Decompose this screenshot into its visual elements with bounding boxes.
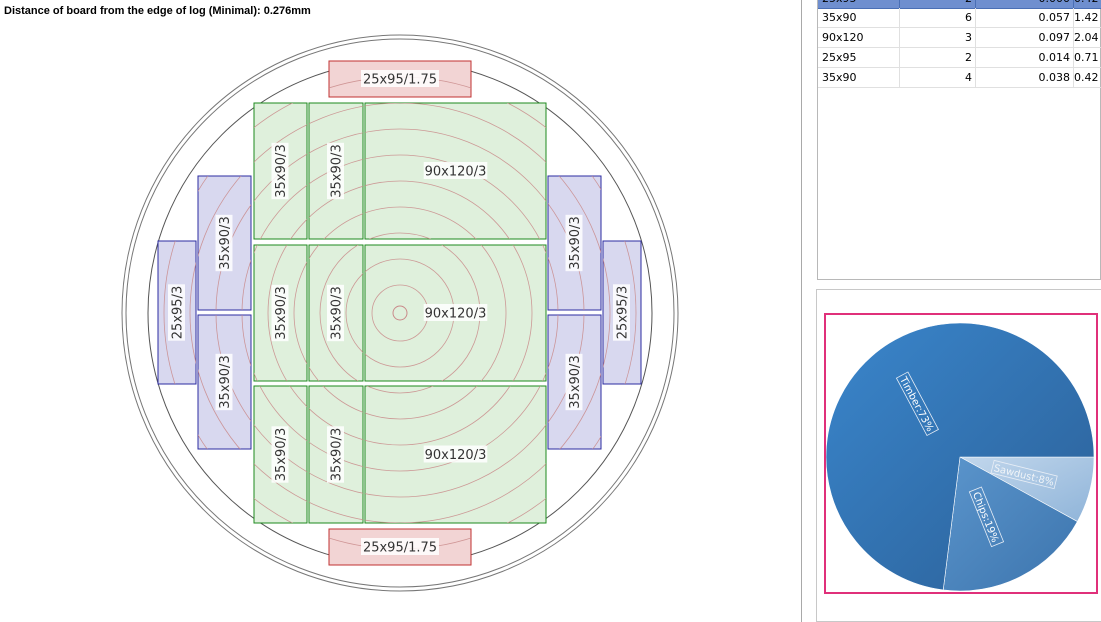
yield-pie-chart: Timber:73%Chips:19%Sawdust:8% (826, 322, 1095, 592)
svg-text:35x90/3: 35x90/3 (330, 286, 345, 339)
board-blue-right-outer-label: 25x95/3 (613, 284, 631, 341)
table-row[interactable]: 35x90 4 0.038 0.42 (818, 68, 1101, 88)
table-cell: 2.04 (1074, 28, 1101, 48)
table-cell: 0.014 (976, 48, 1074, 68)
board-top-red-label: 25x95/1.75 (361, 70, 439, 88)
svg-text:35x90/3: 35x90/3 (330, 428, 345, 481)
svg-text:35x90/3: 35x90/3 (568, 355, 583, 408)
svg-text:35x90/3: 35x90/3 (330, 144, 345, 197)
table-cell: 0.71 (1074, 48, 1101, 68)
board-bottom-red-label: 25x95/1.75 (361, 538, 439, 556)
board-blue-right-inner-label: 35x90/3 (565, 353, 583, 411)
table-cell: 2 (900, 48, 976, 68)
svg-text:25x95/3: 25x95/3 (171, 286, 186, 339)
svg-text:35x90/3: 35x90/3 (274, 286, 289, 339)
svg-text:90x120/3: 90x120/3 (425, 307, 487, 322)
board-blue-left-outer-label: 25x95/3 (168, 284, 186, 341)
svg-text:25x95/1.75: 25x95/1.75 (363, 541, 437, 556)
svg-text:90x120/3: 90x120/3 (425, 165, 487, 180)
board-green-small-label: 35x90/3 (271, 284, 289, 342)
table-cell: 35x90 (818, 68, 900, 88)
svg-text:25x95/3: 25x95/3 (616, 286, 631, 339)
table-cell: 0.057 (976, 8, 1074, 28)
table-row[interactable]: 90x120 3 0.097 2.04 (818, 28, 1101, 48)
svg-text:90x120/3: 90x120/3 (425, 448, 487, 463)
table-row[interactable]: 35x90 6 0.057 1.42 (818, 8, 1101, 28)
svg-text:35x90/3: 35x90/3 (274, 428, 289, 481)
board-green-small-label: 35x90/3 (271, 426, 289, 483)
board-green-large-label: 90x120/3 (423, 445, 488, 463)
table-cell: 0.038 (976, 68, 1074, 88)
table-cell: 1.42 (1074, 8, 1101, 28)
table-cell: 0.097 (976, 28, 1074, 48)
board-green-small-label: 35x90/3 (327, 142, 345, 200)
board-green-small-label: 35x90/3 (271, 142, 289, 200)
board-green-large-label: 90x120/3 (423, 304, 488, 322)
svg-text:35x90/3: 35x90/3 (274, 144, 289, 197)
cutting-pattern-panel: Distance of board from the edge of log (… (0, 0, 802, 622)
svg-text:35x90/3: 35x90/3 (218, 216, 233, 269)
table-cell: 0.42 (1074, 68, 1101, 88)
table-row[interactable]: 25x95 2 0.014 0.71 (818, 48, 1101, 68)
table-cell: 3 (900, 28, 976, 48)
table-cell: 35x90 (818, 8, 900, 28)
board-blue-right-inner-label: 35x90/3 (565, 214, 583, 272)
board-blue-left-inner-label: 35x90/3 (215, 214, 233, 272)
board-green-large-label: 90x120/3 (423, 162, 488, 180)
svg-text:35x90/3: 35x90/3 (218, 355, 233, 408)
table-cell: 6 (900, 8, 976, 28)
log-cross-section: 25x95/1.75 25x95/1.75 35x90/3 35x90/3 90x120… (121, 34, 679, 592)
board-green-small-label: 35x90/3 (327, 284, 345, 342)
table-cell: 90x120 (818, 28, 900, 48)
svg-text:25x95/1.75: 25x95/1.75 (363, 73, 437, 88)
board-blue-left-inner-label: 35x90/3 (215, 353, 233, 411)
table-cell: 4 (900, 68, 976, 88)
svg-text:35x90/3: 35x90/3 (568, 216, 583, 269)
yield-pie-chart-frame[interactable]: Timber:73% Chips:19% Sawdust:8% (824, 313, 1098, 594)
table-cell: 25x95 (818, 48, 900, 68)
board-summary-table[interactable]: 25x95 2 0.000 0.42 35x90 6 0.057 1.42 90… (817, 0, 1101, 280)
board-green-small-label: 35x90/3 (327, 426, 345, 483)
